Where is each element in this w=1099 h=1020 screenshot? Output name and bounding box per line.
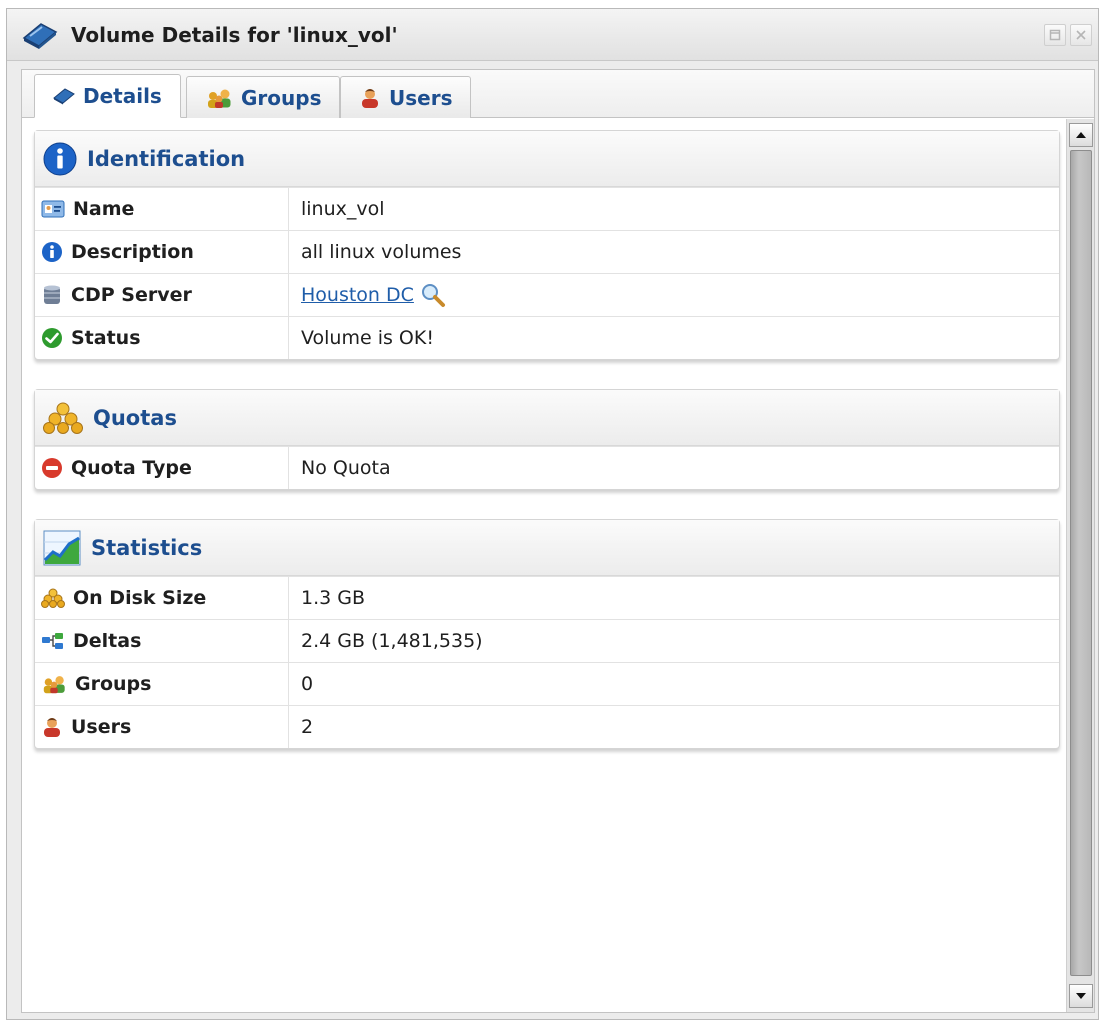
name-label: Name [73, 198, 135, 220]
deltas-label: Deltas [73, 630, 142, 652]
tab-details-label: Details [83, 84, 162, 108]
cdp-server-link[interactable]: Houston DC [301, 284, 414, 306]
volume-icon [53, 88, 75, 105]
groups-icon [43, 676, 65, 694]
status-label: Status [71, 327, 141, 349]
maximize-icon [1049, 29, 1061, 40]
scrollbar-thumb[interactable] [1070, 150, 1092, 976]
quotas-section: Quotas Quota Type No Quota [34, 389, 1060, 490]
description-label-cell: Description [35, 231, 289, 273]
name-card-icon [41, 200, 65, 218]
description-value: all linux volumes [301, 241, 462, 263]
coins-icon [41, 588, 65, 608]
status-label-cell: Status [35, 317, 289, 359]
quota-type-label-cell: Quota Type [35, 447, 289, 489]
users-label-cell: Users [35, 706, 289, 748]
arrow-down-icon [1076, 993, 1086, 999]
deltas-label-cell: Deltas [35, 620, 289, 662]
info-icon [43, 142, 77, 175]
deltas-row: Deltas 2.4 GB (1,481,535) [35, 619, 1059, 662]
groups-icon [208, 89, 231, 108]
quota-type-row: Quota Type No Quota [35, 446, 1059, 489]
tab-bar: Details Groups Users [22, 70, 1094, 118]
window-titlebar[interactable]: Volume Details for 'linux_vol' [7, 9, 1098, 61]
description-label: Description [71, 241, 194, 263]
coins-icon [43, 402, 83, 434]
identification-title: Identification [87, 146, 246, 171]
user-icon [362, 88, 378, 108]
identification-section: Identification Name linux_vol Descriptio… [34, 130, 1060, 360]
close-icon [1076, 29, 1086, 40]
details-content: Identification Name linux_vol Descriptio… [22, 119, 1066, 1012]
groups-row: Groups 0 [35, 662, 1059, 705]
tab-users-label: Users [389, 85, 453, 110]
chart-icon [43, 530, 81, 565]
quota-type-label: Quota Type [71, 457, 192, 479]
tab-details[interactable]: Details [34, 74, 181, 118]
users-row: Users 2 [35, 705, 1059, 748]
tab-groups-label: Groups [241, 85, 322, 110]
users-value: 2 [301, 716, 314, 738]
user-icon [44, 718, 60, 737]
scroll-up-button[interactable] [1069, 123, 1093, 147]
statistics-section: Statistics On Disk Size 1.3 GB Deltas 2.… [34, 519, 1060, 749]
deltas-network-icon [42, 633, 63, 649]
details-panel: Details Groups Users Identification Name… [21, 69, 1095, 1013]
volume-details-window: Volume Details for 'linux_vol' Details G… [6, 8, 1099, 1020]
groups-value: 0 [301, 673, 314, 695]
on-disk-size-label: On Disk Size [73, 587, 207, 609]
name-value: linux_vol [301, 198, 385, 220]
name-row: Name linux_vol [35, 187, 1059, 230]
on-disk-size-row: On Disk Size 1.3 GB [35, 576, 1059, 619]
volume-icon [22, 22, 58, 49]
cdp-server-label-cell: CDP Server [35, 274, 289, 316]
on-disk-size-value: 1.3 GB [301, 587, 366, 609]
window-title: Volume Details for 'linux_vol' [71, 22, 398, 47]
magnifier-icon[interactable] [420, 282, 446, 308]
identification-header: Identification [35, 131, 1059, 187]
tab-groups[interactable]: Groups [186, 76, 341, 118]
statistics-header: Statistics [35, 520, 1059, 576]
scroll-down-button[interactable] [1069, 984, 1093, 1008]
arrow-up-icon [1076, 132, 1086, 138]
deltas-value: 2.4 GB (1,481,535) [301, 630, 483, 652]
maximize-button[interactable] [1044, 23, 1066, 46]
info-icon [42, 242, 62, 262]
vertical-scrollbar[interactable] [1066, 119, 1094, 1012]
statistics-title: Statistics [91, 535, 203, 560]
groups-label: Groups [75, 673, 152, 695]
cdp-server-label: CDP Server [71, 284, 192, 306]
quotas-header: Quotas [35, 390, 1059, 446]
users-label: Users [71, 716, 132, 738]
groups-label-cell: Groups [35, 663, 289, 705]
tab-users[interactable]: Users [340, 76, 472, 118]
cdp-server-row: CDP Server Houston DC [35, 273, 1059, 316]
window-controls [1044, 23, 1092, 46]
quota-type-value: No Quota [301, 457, 391, 479]
status-value: Volume is OK! [301, 327, 434, 349]
database-icon [44, 285, 60, 304]
description-row: Description all linux volumes [35, 230, 1059, 273]
quotas-title: Quotas [93, 405, 177, 430]
status-row: Status Volume is OK! [35, 316, 1059, 359]
ok-check-icon [42, 328, 62, 348]
no-entry-icon [42, 458, 62, 478]
close-button[interactable] [1070, 23, 1092, 46]
name-label-cell: Name [35, 188, 289, 230]
on-disk-size-label-cell: On Disk Size [35, 577, 289, 619]
